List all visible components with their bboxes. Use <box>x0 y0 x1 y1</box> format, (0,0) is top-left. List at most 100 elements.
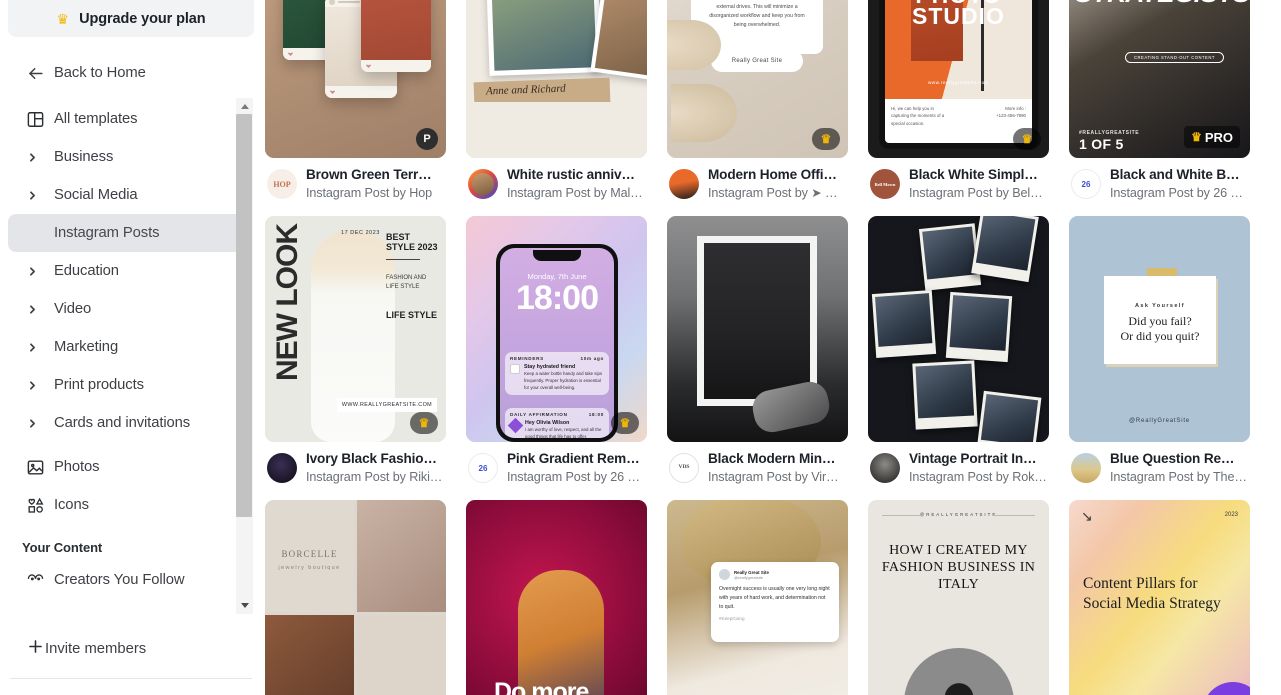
sidebar-item-all-templates[interactable]: All templates <box>8 100 246 138</box>
template-card[interactable]: P HOP Brown Green Terr… Instagram Post b… <box>265 0 446 202</box>
template-card[interactable]: Vintage Portrait In… Instagram Post by R… <box>868 216 1049 486</box>
scroll-down-arrow-icon[interactable] <box>236 597 253 614</box>
template-title: Modern Home Offi… <box>708 167 837 182</box>
template-thumbnail[interactable]: Ask Yourself Did you fail? Or did you qui… <box>1069 216 1250 442</box>
template-thumbnail[interactable]: Quick Tip Set aside time once every 3 mo… <box>667 0 848 158</box>
template-card[interactable]: Quick Tip Set aside time once every 3 mo… <box>667 0 848 202</box>
template-thumbnail[interactable]: Really Great Site @reallygreatsite Overn… <box>667 500 848 695</box>
pro-label: PRO <box>1204 129 1233 145</box>
chevron-right-icon <box>26 189 54 202</box>
avatar[interactable] <box>669 169 699 199</box>
sidebar-scrollbar-thumb[interactable] <box>236 114 252 517</box>
template-title: Black White Simpl… <box>909 167 1038 182</box>
artwork-content-pillars-social-media: ↘ 2023 Content Pillars for Social Media … <box>1069 500 1250 695</box>
template-card[interactable]: ↘ 2023 Content Pillars for Social Media … <box>1069 500 1250 695</box>
artwork-keep-going-tweet: Really Great Site @reallygreatsite Overn… <box>667 500 848 695</box>
crown-icon: ♛ <box>1021 132 1033 146</box>
scroll-up-arrow-icon[interactable] <box>236 98 253 115</box>
sidebar-item-cards-and-invitations[interactable]: Cards and invitations <box>8 404 246 442</box>
template-title: Brown Green Terr… <box>306 167 432 182</box>
avatar[interactable]: 26 <box>1071 169 1101 199</box>
upgrade-plan-button[interactable]: ♛ Upgrade your plan <box>8 0 254 37</box>
invite-members-button[interactable]: Invite members <box>8 628 254 670</box>
template-card[interactable]: Do moreof what <box>466 500 647 695</box>
template-badge-crown: ♛ <box>410 412 438 434</box>
sidebar-item-label: Business <box>54 149 114 165</box>
artwork-notif2-time: 18:00 <box>588 412 604 417</box>
photo-icon <box>26 458 54 477</box>
artwork-do-more-of-what: Do moreof what <box>466 500 647 695</box>
sidebar-item-icons[interactable]: Icons <box>8 486 246 524</box>
template-card[interactable]: CONTENT IDEAS FOR BRAND STRATEGISTS CREA… <box>1069 0 1250 202</box>
sidebar-item-creators-you-follow[interactable]: Creators You Follow <box>8 561 246 599</box>
template-card[interactable]: NEW LOOK 17 DEC 2023 BEST STYLE 2023 FAS… <box>265 216 446 486</box>
artwork-q1: Did you fail? <box>1128 314 1192 328</box>
template-thumbnail[interactable]: P <box>265 0 446 158</box>
sidebar-item-photos[interactable]: Photos <box>8 448 246 486</box>
template-author: Instagram Post by Rok… <box>909 470 1047 484</box>
template-thumbnail[interactable]: NEW LOOK 17 DEC 2023 BEST STYLE 2023 FAS… <box>265 216 446 442</box>
artwork-line-4: STRATEGISTS <box>1075 0 1250 6</box>
artwork-time: 18:00 <box>516 279 599 317</box>
artwork-life-style: LIFE STYLE <box>386 309 438 320</box>
sidebar-nav-scroll[interactable]: Back to Home All templates Business Soci… <box>0 48 254 613</box>
template-card[interactable]: Really Great Site @reallygreatsite Overn… <box>667 500 848 695</box>
sidebar-item-instagram-posts[interactable]: Instagram Posts <box>8 214 246 252</box>
avatar[interactable]: HOP <box>267 169 297 199</box>
template-grid: P HOP Brown Green Terr… Instagram Post b… <box>265 0 1250 695</box>
template-thumbnail[interactable]: Anne and Richard <box>466 0 647 158</box>
sidebar-item-social-media[interactable]: Social Media <box>8 176 246 214</box>
template-thumbnail[interactable]: ↘ 2023 Content Pillars for Social Media … <box>1069 500 1250 695</box>
template-meta: Modern Home Offi… Instagram Post by ➤ … <box>667 158 848 202</box>
template-thumbnail[interactable] <box>868 216 1049 442</box>
template-author: Instagram Post by The… <box>1110 470 1247 484</box>
invite-members-label: Invite members <box>45 641 147 657</box>
crown-icon: ♛ <box>56 10 70 27</box>
template-card[interactable]: Monday, 7th June 18:00 REMINDERS 10m ago … <box>466 216 647 486</box>
template-sequence-overlay: #REALLYGREATSITE 1 OF 5 <box>1079 130 1139 152</box>
chevron-right-icon <box>26 379 54 392</box>
avatar[interactable]: VDS <box>669 453 699 483</box>
avatar[interactable] <box>468 169 498 199</box>
template-badge: P <box>416 128 438 150</box>
template-thumbnail[interactable]: PHOTOSTUDIO www.reallygreatsite.com Hi, … <box>868 0 1049 158</box>
template-badge-crown: ♛ <box>1013 128 1041 150</box>
sidebar-item-print-products[interactable]: Print products <box>8 366 246 404</box>
template-card[interactable]: PHOTOSTUDIO www.reallygreatsite.com Hi, … <box>868 0 1049 202</box>
avatar[interactable] <box>1071 453 1101 483</box>
artwork-pink-gradient-reminders: Monday, 7th June 18:00 REMINDERS 10m ago … <box>466 216 647 442</box>
template-thumbnail[interactable]: Do moreof what <box>466 500 647 695</box>
sidebar-item-video[interactable]: Video <box>8 290 246 328</box>
artwork-url: WWW.REALLYGREATSITE.COM <box>337 398 437 412</box>
artwork-body: Overnight success is usually one very lo… <box>719 586 830 610</box>
template-meta: 26 Pink Gradient Rem… Instagram Post by … <box>466 442 647 486</box>
template-card[interactable]: VDS Black Modern Min… Instagram Post by … <box>667 216 848 486</box>
chevron-right-icon <box>26 341 54 354</box>
sidebar-item-back-to-home[interactable]: Back to Home <box>8 54 246 92</box>
artwork-white-rustic-anniversary: Anne and Richard <box>466 0 647 158</box>
avatar[interactable] <box>267 453 297 483</box>
template-card[interactable]: Ask Yourself Did you fail? Or did you qui… <box>1069 216 1250 486</box>
template-thumbnail[interactable]: @REALLYGREATSITE HOW I CREATED MY FASHIO… <box>868 500 1049 695</box>
template-thumbnail[interactable]: Monday, 7th June 18:00 REMINDERS 10m ago … <box>466 216 647 442</box>
artwork-kicker: Ask Yourself <box>1135 303 1185 309</box>
template-card[interactable]: @REALLYGREATSITE HOW I CREATED MY FASHIO… <box>868 500 1049 695</box>
sidebar-item-education[interactable]: Education <box>8 252 246 290</box>
template-thumbnail[interactable]: CONTENT IDEAS FOR BRAND STRATEGISTS CREA… <box>1069 0 1250 158</box>
sidebar-item-marketing[interactable]: Marketing <box>8 328 246 366</box>
template-title: White rustic anniv… <box>507 167 635 182</box>
template-thumbnail[interactable]: BORCELLE jewelry boutique <box>265 500 446 695</box>
template-thumbnail[interactable] <box>667 216 848 442</box>
template-card[interactable]: BORCELLE jewelry boutique <box>265 500 446 695</box>
upgrade-plan-label: Upgrade your plan <box>79 10 206 27</box>
sidebar-item-business[interactable]: Business <box>8 138 246 176</box>
template-meta: Vintage Portrait In… Instagram Post by R… <box>868 442 1049 486</box>
avatar[interactable]: Bell Mown <box>870 169 900 199</box>
artwork-tag: #KeepGoing <box>719 615 745 621</box>
template-card[interactable]: Anne and Richard White rustic anniv… Ins… <box>466 0 647 202</box>
template-grid-area[interactable]: P HOP Brown Green Terr… Instagram Post b… <box>262 0 1281 695</box>
template-author: Instagram Post by 26 … <box>1110 186 1243 200</box>
avatar[interactable]: 26 <box>468 453 498 483</box>
avatar[interactable] <box>870 453 900 483</box>
sidebar-item-label: Instagram Posts <box>54 225 160 241</box>
